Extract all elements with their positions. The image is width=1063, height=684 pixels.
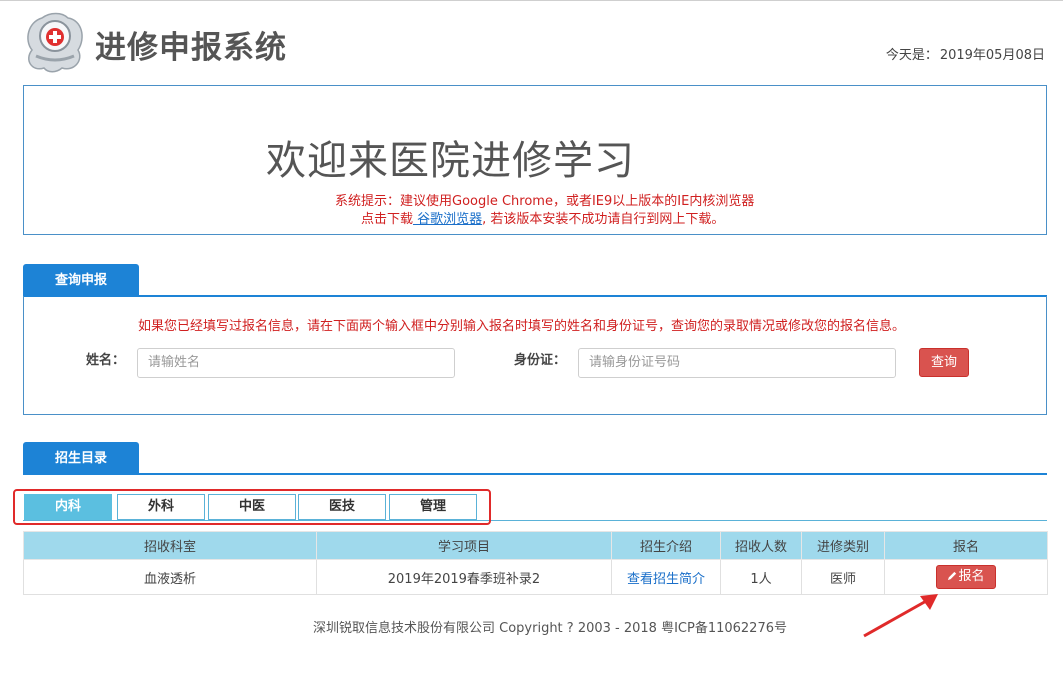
name-input[interactable]: 请输姓名 <box>137 348 455 378</box>
col-intro: 招生介绍 <box>611 531 721 560</box>
cell-quota: 1人 <box>720 559 802 595</box>
hospital-logo-icon <box>27 12 83 73</box>
category-tab-management[interactable]: 管理 <box>389 494 477 520</box>
col-program: 学习项目 <box>316 531 612 560</box>
cell-program: 2019年2019春季班补录2 <box>316 559 612 595</box>
browser-notice: 系统提示：建议使用Google Chrome，或者IE9以上版本的IE内核浏览器 <box>335 194 755 209</box>
table-header-row: 招收科室 学习项目 招生介绍 招收人数 进修类别 报名 <box>23 531 1048 560</box>
query-panel: 如果您已经填写过报名信息，请在下面两个输入框中分别输入报名时填写的姓名和身份证号… <box>23 296 1047 415</box>
catalog-tab-underline <box>23 473 1047 475</box>
col-type: 进修类别 <box>801 531 885 560</box>
category-tab-internal[interactable]: 内科 <box>24 494 112 520</box>
name-label: 姓名： <box>86 353 126 368</box>
category-tab-surgery[interactable]: 外科 <box>117 494 205 520</box>
view-intro-link[interactable]: 查看招生简介 <box>627 572 705 587</box>
cell-department: 血液透析 <box>23 559 317 595</box>
annotation-arrow-icon <box>863 594 938 638</box>
footer-copyright: 深圳锐取信息技术股份有限公司 Copyright ? 2003 - 2018 粤… <box>313 621 787 636</box>
site-title: 进修申报系统 <box>95 30 287 66</box>
col-quota: 招收人数 <box>720 531 802 560</box>
download-suffix: , 若该版本安装不成功请自行到网上下载。 <box>482 212 725 227</box>
tab-catalog[interactable]: 招生目录 <box>23 442 139 475</box>
search-button[interactable]: 查询 <box>919 348 969 377</box>
today-date: 今天是： 2019年05月08日 <box>884 44 1045 63</box>
id-label: 身份证： <box>514 353 567 368</box>
chrome-download-link[interactable]: 谷歌浏览器 <box>413 212 482 227</box>
cell-intro: 查看招生简介 <box>611 559 721 595</box>
query-hint: 如果您已经填写过报名信息，请在下面两个输入框中分别输入报名时填写的姓名和身份证号… <box>138 319 906 334</box>
pencil-icon <box>948 571 957 581</box>
signup-label: 报名 <box>958 569 985 584</box>
category-tab-medtech[interactable]: 医技 <box>298 494 386 520</box>
top-border <box>0 0 1063 1</box>
col-department: 招收科室 <box>23 531 317 560</box>
id-input[interactable]: 请输身份证号码 <box>578 348 896 378</box>
welcome-banner: 欢迎来医院进修学习 系统提示：建议使用Google Chrome，或者IE9以上… <box>23 85 1047 235</box>
category-tab-tcm[interactable]: 中医 <box>208 494 296 520</box>
col-signup: 报名 <box>884 531 1048 560</box>
today-label: 今天是： <box>885 48 938 63</box>
today-value: 2019年05月08日 <box>939 48 1045 63</box>
download-notice: 点击下载 谷歌浏览器, 若该版本安装不成功请自行到网上下载。 <box>361 208 724 227</box>
download-prefix: 点击下载 <box>361 212 414 227</box>
tab-query[interactable]: 查询申报 <box>23 264 139 297</box>
welcome-title: 欢迎来医院进修学习 <box>266 138 635 184</box>
